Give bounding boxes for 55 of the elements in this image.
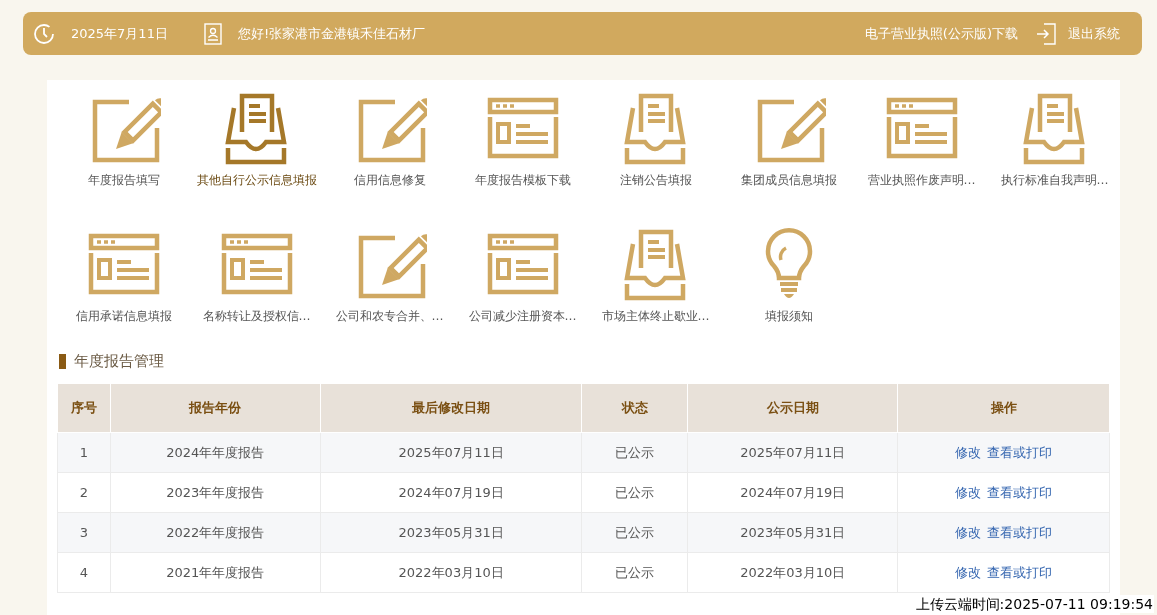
column-header: 报告年份 <box>110 383 321 433</box>
date-text: 2025年7月11日 <box>71 24 168 43</box>
table-cell: 1 <box>57 432 111 473</box>
table-cell: 2024年年度报告 <box>110 432 321 473</box>
table-cell: 2024年07月19日 <box>687 472 898 513</box>
column-header: 最后修改日期 <box>320 383 582 433</box>
shortcut-item[interactable]: 年度报告模板下载 <box>456 92 589 218</box>
column-header: 操作 <box>897 383 1110 433</box>
edit-link[interactable]: 修改 <box>955 444 982 460</box>
shortcut-item[interactable]: 填报须知 <box>722 228 855 354</box>
table-cell: 2023年05月31日 <box>320 512 582 553</box>
shortcut-item[interactable]: 其他自行公示信息填报 <box>190 92 323 218</box>
view-print-link[interactable]: 查看或打印 <box>987 524 1053 540</box>
clock-icon <box>33 22 55 45</box>
logout-icon[interactable] <box>1036 22 1056 45</box>
table-cell: 2022年03月10日 <box>320 552 582 593</box>
column-header: 状态 <box>582 383 688 433</box>
shortcut-item[interactable]: 市场主体终止歇业… <box>589 228 722 354</box>
shortcut-item[interactable]: 年度报告填写 <box>57 92 190 218</box>
table-cell: 2025年07月11日 <box>320 432 582 473</box>
table-cell: 2025年07月11日 <box>687 432 898 473</box>
shortcut-item[interactable]: 公司减少注册资本… <box>456 228 589 354</box>
view-print-link[interactable]: 查看或打印 <box>987 444 1053 460</box>
edit-link[interactable]: 修改 <box>955 524 982 540</box>
view-print-link[interactable]: 查看或打印 <box>987 484 1053 500</box>
table-cell: 2023年年度报告 <box>110 472 321 513</box>
table-cell: 已公示 <box>582 512 688 553</box>
shortcut-item[interactable]: 公司和农专合并、… <box>323 228 456 354</box>
table-cell: 4 <box>57 552 111 593</box>
table-cell: 已公示 <box>582 432 688 473</box>
table-cell: 2023年05月31日 <box>687 512 898 553</box>
section-title: 年度报告管理 <box>59 354 1110 369</box>
shortcut-item[interactable]: 信用承诺信息填报 <box>57 228 190 354</box>
shortcut-item[interactable]: 集团成员信息填报 <box>722 92 855 218</box>
edit-link[interactable]: 修改 <box>955 564 982 580</box>
column-header: 序号 <box>57 383 111 433</box>
table-cell: 2021年年度报告 <box>110 552 321 593</box>
table-cell: 2022年03月10日 <box>687 552 898 593</box>
user-card-icon <box>203 22 222 45</box>
shortcut-item[interactable]: 注销公告填报 <box>589 92 722 218</box>
edit-link[interactable]: 修改 <box>955 484 982 500</box>
view-print-link[interactable]: 查看或打印 <box>987 564 1053 580</box>
shortcut-item[interactable]: 信用信息修复 <box>323 92 456 218</box>
shortcut-item[interactable]: 营业执照作废声明… <box>855 92 988 218</box>
table-cell: 3 <box>57 512 111 553</box>
shortcut-item[interactable]: 名称转让及授权信… <box>190 228 323 354</box>
table-cell: 已公示 <box>582 472 688 513</box>
shortcut-item[interactable]: 执行标准自我声明… <box>988 92 1120 218</box>
table-cell: 已公示 <box>582 552 688 593</box>
table-cell: 2022年年度报告 <box>110 512 321 553</box>
table-cell: 2024年07月19日 <box>320 472 582 513</box>
column-header: 公示日期 <box>687 383 898 433</box>
greeting-text: 您好!张家港市金港镇禾佳石材厂 <box>237 24 426 43</box>
upload-timestamp: 上传云端时间:2025-07-11 09:19:54 <box>914 595 1154 613</box>
table-cell: 2 <box>57 472 111 513</box>
